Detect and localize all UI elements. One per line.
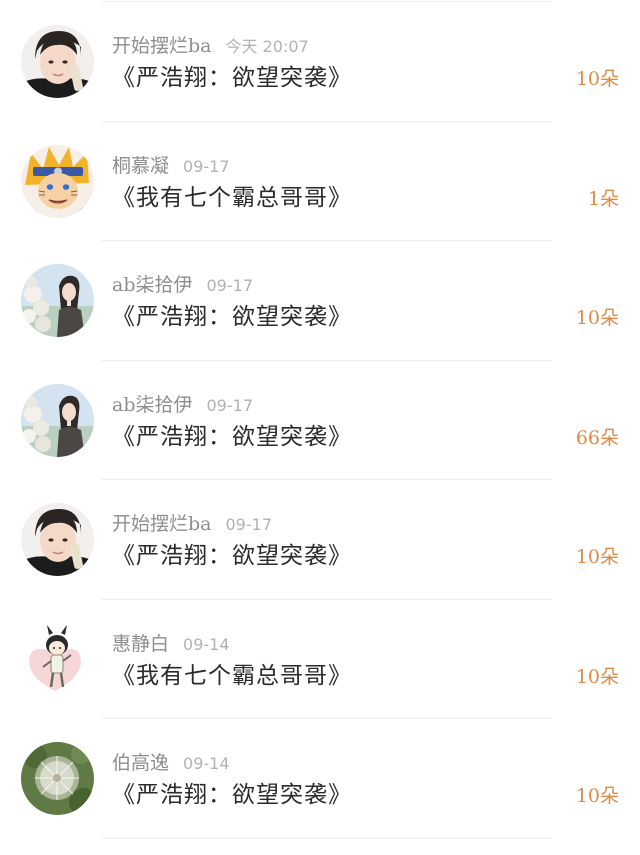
username[interactable]: 惠静白 [112, 633, 169, 655]
book-title[interactable]: 《我有七个霸总哥哥》 [112, 660, 352, 692]
girl-with-flowers-portrait-icon [21, 383, 94, 457]
user-avatar[interactable] [21, 144, 94, 218]
user-avatar[interactable] [21, 742, 94, 815]
list-item[interactable]: 惠静白 09-14 《我有七个霸总哥哥》 10朵 [0, 600, 640, 719]
record-meta: ab柒拾伊 09-17 [112, 392, 253, 418]
book-title[interactable]: 《严浩翔：欲望突袭》 [112, 540, 352, 572]
user-avatar[interactable] [21, 503, 94, 576]
flower-count: 10朵 [575, 785, 619, 807]
record-meta: 开始摆烂ba 09-17 [112, 511, 272, 537]
user-avatar[interactable] [21, 264, 94, 337]
cartoon-chibi-portrait-icon [21, 622, 94, 696]
timestamp: 09-14 [183, 754, 230, 773]
flower-count: 10朵 [575, 68, 619, 90]
record-meta: 惠静白 09-14 [112, 631, 230, 657]
list-item[interactable]: 开始摆烂ba 09-17 《严浩翔：欲望突袭》 10朵 [0, 480, 640, 600]
record-meta: 开始摆烂ba 今天 20:07 [112, 33, 309, 59]
username[interactable]: ab柒拾伊 [112, 394, 193, 416]
user-avatar[interactable] [21, 622, 94, 696]
timestamp: 09-14 [183, 634, 230, 654]
book-title[interactable]: 《我有七个霸总哥哥》 [112, 182, 352, 214]
book-title[interactable]: 《严浩翔：欲望突袭》 [112, 62, 352, 94]
gift-record-list: 开始摆烂ba 今天 20:07 《严浩翔：欲望突袭》 10朵 桐慕凝 09-17 [0, 0, 640, 855]
flower-count: 10朵 [575, 307, 619, 329]
list-item[interactable]: 桐慕凝 09-17 《我有七个霸总哥哥》 1朵 [0, 122, 640, 241]
list-item[interactable]: ab柒拾伊 09-17 《严浩翔：欲望突袭》 66朵 [0, 361, 640, 480]
record-meta: 桐慕凝 09-17 [112, 153, 230, 179]
anime-ninja-portrait-icon [21, 144, 94, 218]
flower-count: 66朵 [575, 426, 619, 449]
flower-count: 10朵 [575, 546, 619, 568]
book-title[interactable]: 《严浩翔：欲望突袭》 [112, 301, 352, 333]
list-item[interactable]: ab柒拾伊 09-17 《严浩翔：欲望突袭》 10朵 [0, 241, 640, 361]
username[interactable]: 伯高逸 [112, 752, 169, 774]
young-man-portrait-icon [21, 503, 94, 576]
user-avatar[interactable] [21, 25, 94, 98]
girl-with-flowers-portrait-icon [21, 264, 94, 337]
timestamp: 09-17 [206, 395, 254, 415]
user-avatar[interactable] [21, 383, 94, 457]
divider [102, 837, 552, 839]
username[interactable]: 桐慕凝 [112, 155, 169, 177]
flower-count: 10朵 [575, 665, 619, 688]
timestamp: 09-17 [206, 276, 254, 295]
list-item[interactable]: 伯高逸 09-14 《严浩翔：欲望突袭》 10朵 [0, 719, 640, 839]
username[interactable]: 开始摆烂ba [112, 513, 212, 535]
timestamp: 09-17 [183, 156, 230, 176]
young-man-portrait-icon [21, 25, 94, 98]
record-meta: 伯高逸 09-14 [112, 750, 230, 776]
username[interactable]: ab柒拾伊 [112, 274, 193, 296]
book-title[interactable]: 《严浩翔：欲望突袭》 [112, 421, 352, 453]
timestamp: 今天 20:07 [225, 37, 309, 56]
username[interactable]: 开始摆烂ba [112, 35, 212, 57]
record-meta: ab柒拾伊 09-17 [112, 272, 253, 298]
list-item[interactable]: 开始摆烂ba 今天 20:07 《严浩翔：欲望突袭》 10朵 [0, 2, 640, 122]
timestamp: 09-17 [225, 515, 273, 534]
flower-count: 1朵 [587, 187, 619, 210]
dandelion-photo-icon [21, 742, 94, 815]
book-title[interactable]: 《严浩翔：欲望突袭》 [112, 779, 352, 811]
